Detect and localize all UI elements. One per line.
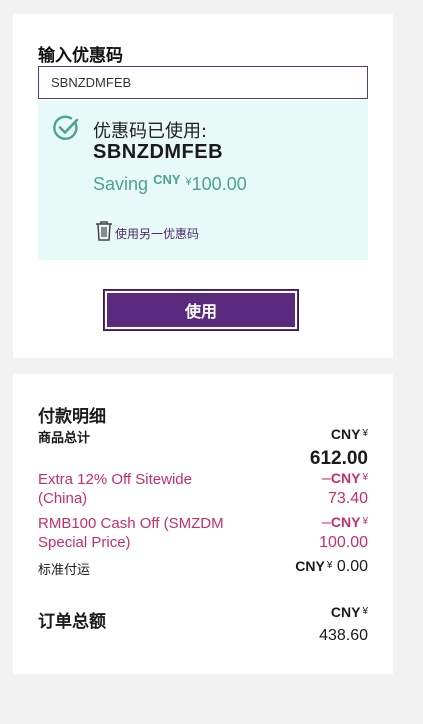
currency-symbol: ¥ [362,516,368,527]
order-total-amount: 438.60 [319,627,368,644]
payment-summary-card: 付款明细 商品总计 CNY ¥ 612.00 Extra 12% Off Site… [13,374,393,674]
subtotal-label: 商品总计 [38,431,91,446]
minus-sign: – [321,470,331,487]
currency-code: CNY [330,604,361,620]
currency-code: CNY [330,514,361,530]
discount-label: Extra 12% Off Sitewide (China) [38,471,192,507]
promo-code-title: 输入优惠码 [38,46,123,66]
subtotal-amount: 612.00 [309,448,368,469]
discount-amount: 73.40 [327,490,368,507]
use-another-code-label: 使用另一优惠码 [115,227,200,241]
trash-icon [96,221,112,241]
currency-code: CNY [295,558,325,574]
minus-sign: – [321,514,331,531]
saving-currency: CNY [153,172,181,187]
discount-value: –CNY ¥ 73.40 [322,470,368,508]
use-another-code-link[interactable]: 使用另一优惠码 [94,220,199,242]
apply-code-button[interactable]: 使用 [104,290,298,330]
saving-prefix: Saving [93,174,149,194]
shipping-label: 标准付运 [38,563,91,578]
shipping-value: CNY ¥ 0.00 [295,558,368,576]
order-total-value: CNY ¥ 438.60 [319,604,368,645]
shipping-amount: 0.00 [336,558,368,575]
check-circle-icon [53,115,79,140]
promo-applied-box: 优惠码已使用: SBNZDMFEB Saving CNY ¥100.00 使用另… [38,100,368,260]
discount-label: RMB100 Cash Off (SMZDM Special Price) [38,515,224,551]
discount-value: –CNY ¥ 100.00 [319,514,368,552]
currency-symbol: ¥ [362,428,368,439]
promo-saving-text: Saving CNY ¥100.00 [93,172,247,195]
currency-symbol: ¥ [326,560,333,571]
promo-applied-code: SBNZDMFEB [93,141,224,163]
saving-amount: 100.00 [191,174,247,194]
payment-summary-title: 付款明细 [38,407,106,427]
promo-code-card: 输入优惠码 优惠码已使用: SBNZDMFEB Saving CNY ¥100.… [13,14,393,358]
currency-code: CNY [330,426,361,442]
subtotal-value: CNY ¥ 612.00 [310,426,368,470]
currency-code: CNY [330,470,361,486]
discount-amount: 100.00 [319,534,368,551]
currency-symbol: ¥ [362,606,368,617]
currency-symbol: ¥ [362,472,368,483]
promo-code-input[interactable] [38,66,368,99]
promo-applied-label: 优惠码已使用: [93,121,208,142]
order-total-label: 订单总额 [38,612,106,632]
